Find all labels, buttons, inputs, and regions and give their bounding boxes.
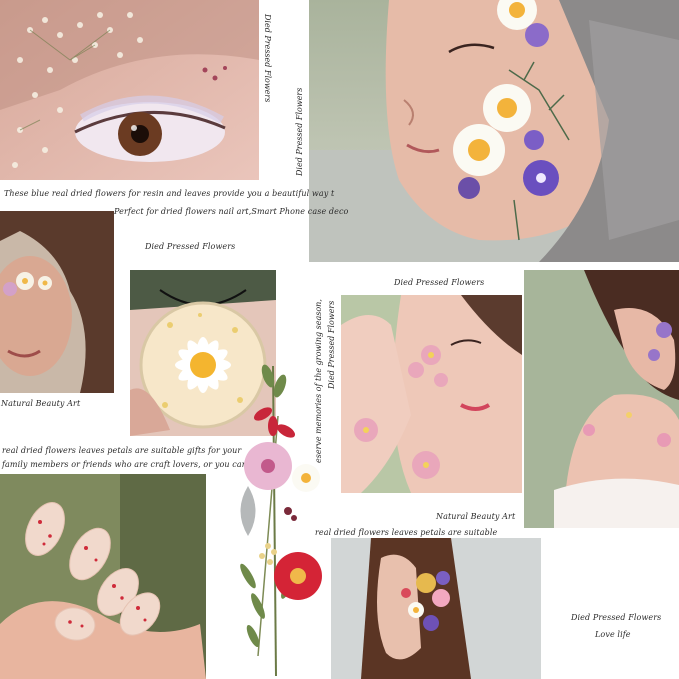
hand-flowers-face-icon bbox=[341, 295, 522, 493]
caption-died-pressed-2: Died Pressed Flowers bbox=[394, 278, 485, 287]
caption-suitable: real dried flowers leaves petals are sui… bbox=[315, 528, 498, 537]
caption-died-pressed-vertical-3: Died Pressed Flowers bbox=[327, 300, 336, 389]
caption-preserve-memories: eserve memories of the growing season, bbox=[314, 299, 323, 463]
eye-photo bbox=[0, 0, 259, 180]
eye-with-flowers-icon bbox=[0, 0, 259, 180]
face-photo bbox=[309, 0, 679, 262]
dried-flower-nails-icon bbox=[0, 474, 206, 679]
shoulder-flowers-icon bbox=[524, 270, 679, 528]
caption-died-pressed-vertical-1: Died Pressed Flowers bbox=[263, 14, 272, 103]
nails-photo bbox=[0, 474, 206, 679]
caption-natural-beauty-2: Natural Beauty Art bbox=[436, 512, 516, 521]
caption-nail-art: Perfect for dried flowers nail art,Smart… bbox=[114, 207, 349, 216]
hair-flowers-icon bbox=[331, 538, 541, 679]
woman-flower-eyes-icon bbox=[0, 211, 114, 393]
caption-love-life: Love life bbox=[595, 630, 631, 639]
caption-blue-flowers: These blue real dried flowers for resin … bbox=[4, 189, 335, 198]
pressed-flower-bouquet-icon bbox=[240, 364, 322, 677]
shoulder-photo bbox=[524, 270, 679, 528]
bouquet-illustration bbox=[228, 356, 328, 679]
caption-died-pressed-vertical-2: Died Pressed Flowers bbox=[295, 87, 304, 176]
caption-died-pressed-1: Died Pressed Flowers bbox=[145, 242, 236, 251]
caption-gifts-2: family members or friends who are craft … bbox=[2, 460, 260, 469]
hair-flowers-photo bbox=[331, 538, 541, 679]
woman-flowers-photo bbox=[0, 211, 114, 393]
caption-natural-beauty-1: Natural Beauty Art bbox=[1, 399, 81, 408]
caption-gifts-1: real dried flowers leaves petals are sui… bbox=[2, 446, 242, 455]
hand-face-photo bbox=[341, 295, 522, 493]
caption-died-pressed-3: Died Pressed Flowers bbox=[571, 613, 662, 622]
face-with-daisies-icon bbox=[309, 0, 679, 262]
